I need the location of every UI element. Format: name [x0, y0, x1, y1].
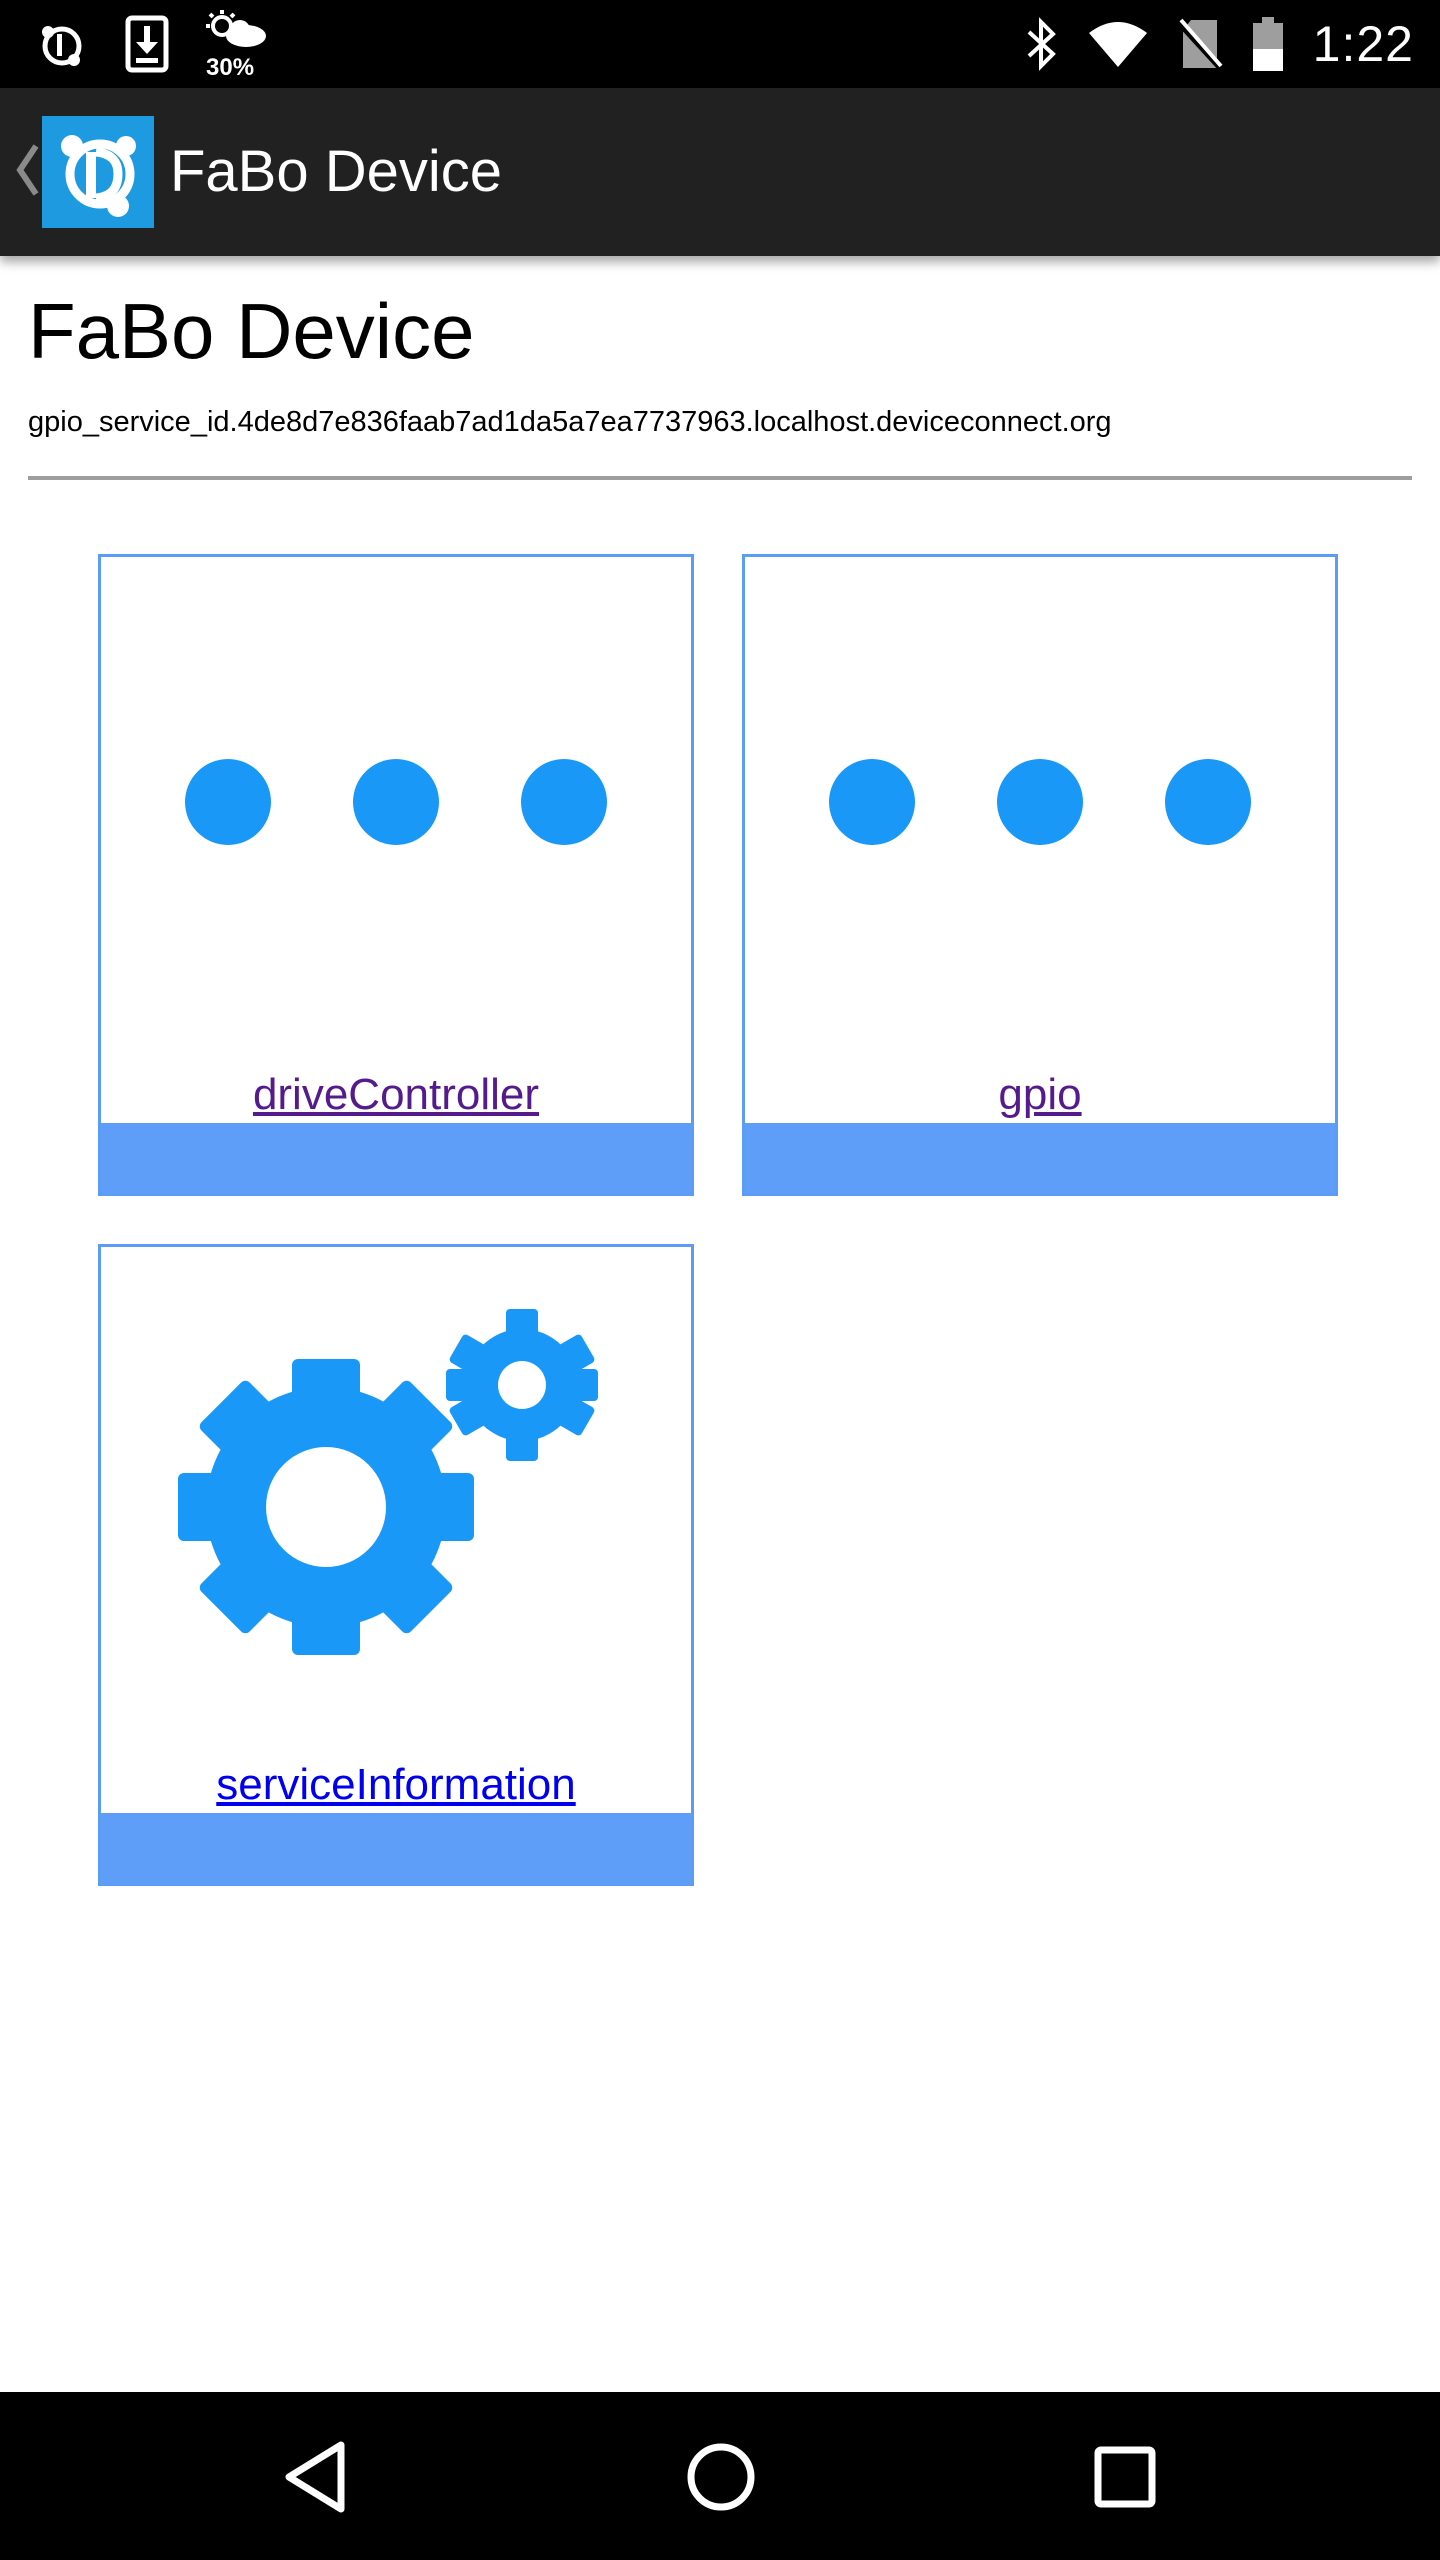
back-triangle-icon[interactable] [271, 2432, 361, 2522]
device-connect-notification-icon [34, 16, 90, 72]
page-title: FaBo Device [28, 287, 475, 375]
download-icon [124, 14, 170, 74]
status-bar-left-icons: 30% [34, 8, 268, 81]
divider [28, 476, 1412, 480]
action-bar-title: FaBo Device [170, 139, 503, 204]
bluetooth-icon [1025, 16, 1059, 72]
no-sim-icon [1176, 16, 1223, 72]
wifi-icon [1087, 19, 1149, 69]
card-footer-bar [745, 1123, 1335, 1193]
profile-link-drivecontroller[interactable]: driveController [101, 1067, 691, 1123]
status-time: 1:22 [1312, 16, 1414, 72]
profile-card-gpio[interactable]: gpio [742, 554, 1338, 1196]
chevron-left-icon[interactable] [12, 138, 42, 207]
main-content: FaBo Device gpio_service_id.4de8d7e836fa… [0, 256, 1440, 2392]
recents-square-icon[interactable] [1080, 2432, 1170, 2522]
device-connect-logo-icon[interactable] [42, 116, 154, 228]
profile-link-gpio[interactable]: gpio [745, 1067, 1335, 1123]
gears-icon [101, 1247, 691, 1737]
profile-card-drivecontroller[interactable]: driveController [98, 554, 694, 1196]
battery-icon [1251, 15, 1285, 73]
more-dots-icon [745, 557, 1335, 1047]
more-dots-icon [101, 557, 691, 1047]
action-bar: FaBo Device [0, 88, 1440, 256]
status-bar-right-icons: 1:22 [1025, 0, 1414, 88]
card-footer-bar [101, 1813, 691, 1883]
profile-card-serviceinformation[interactable]: serviceInformation [98, 1244, 694, 1886]
weather-icon: 30% [204, 8, 268, 81]
status-bar: 30% 1:22 [0, 0, 1440, 88]
service-id-text: gpio_service_id.4de8d7e836faab7ad1da5a7e… [28, 406, 1112, 438]
home-circle-icon[interactable] [676, 2432, 766, 2522]
battery-saver-percent: 30% [206, 54, 255, 81]
card-footer-bar [101, 1123, 691, 1193]
profile-link-serviceinformation[interactable]: serviceInformation [101, 1757, 691, 1813]
navigation-bar [0, 2392, 1440, 2560]
